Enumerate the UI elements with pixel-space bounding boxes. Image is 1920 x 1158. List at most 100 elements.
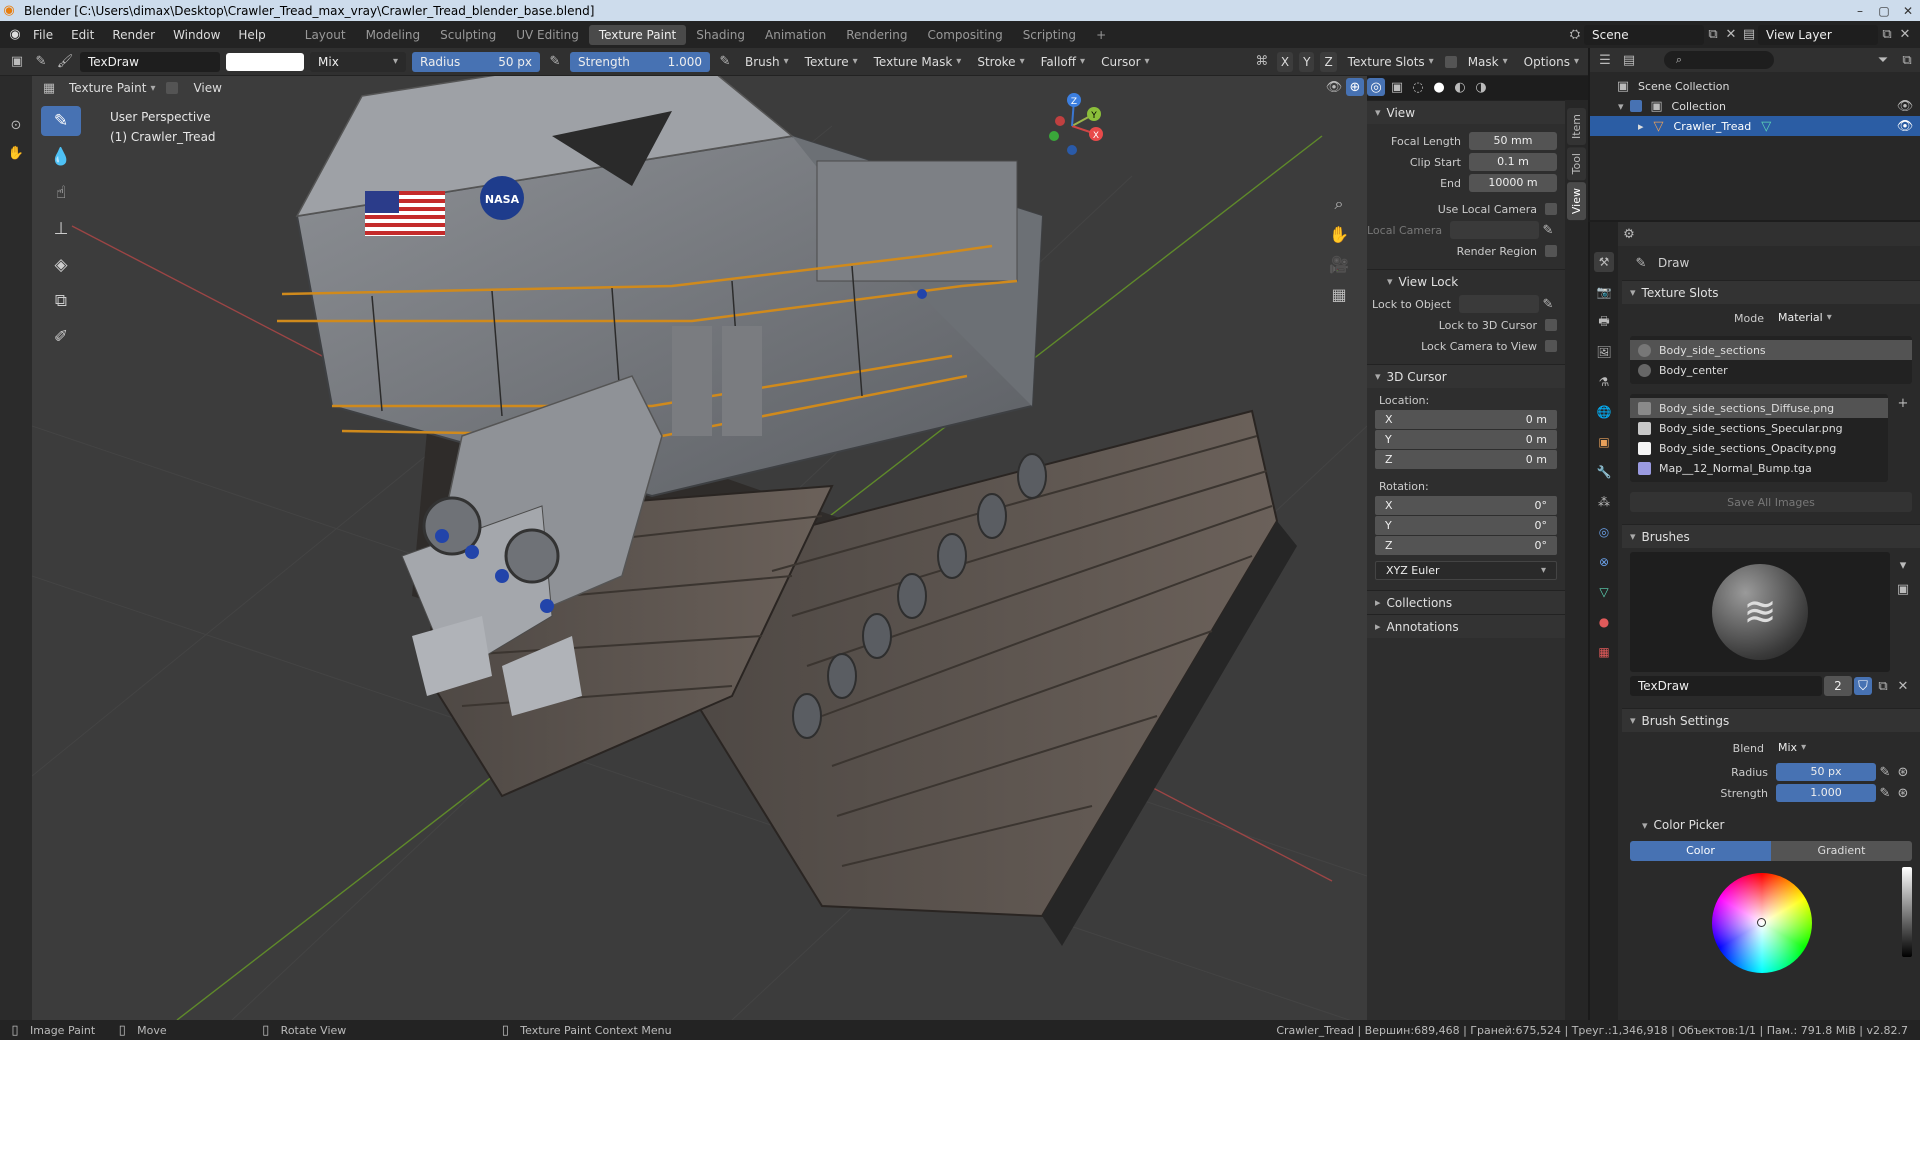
color-picker-subpanel-header[interactable]: Color Picker — [1622, 813, 1920, 837]
focal-length-field[interactable]: 50 mm — [1469, 132, 1557, 150]
scene-collection-label[interactable]: Scene Collection — [1638, 80, 1729, 93]
filter-icon[interactable]: ⏷ — [1874, 51, 1892, 69]
pan-hand-icon[interactable]: ✋ — [7, 144, 25, 162]
tool-properties-tab-icon[interactable]: ⚒ — [1594, 252, 1614, 272]
mode-dropdown[interactable]: Texture Paint — [64, 78, 160, 98]
menu-file[interactable]: File — [24, 28, 62, 42]
strength-slider[interactable]: Strength 1.000 — [570, 51, 710, 72]
annotate-tool-icon[interactable]: ✐ — [41, 322, 81, 352]
properties-editor-type-icon[interactable]: ⚙ — [1620, 225, 1638, 243]
workspace-tab-rendering[interactable]: Rendering — [836, 25, 917, 45]
color-mode-tab[interactable]: Color — [1630, 841, 1771, 861]
visibility-icon[interactable]: 👁 — [1325, 78, 1343, 96]
mirror-x-toggle[interactable]: X — [1276, 51, 1294, 72]
local-camera-field[interactable] — [1450, 221, 1539, 239]
collection-expand-icon[interactable]: ▾ — [1618, 100, 1624, 113]
workspace-tab-animation[interactable]: Animation — [755, 25, 836, 45]
use-local-camera-checkbox[interactable] — [1545, 203, 1557, 215]
texture-slots-panel-header[interactable]: Texture Slots — [1622, 280, 1920, 304]
cursor-location-z[interactable]: Z 0 m — [1375, 450, 1557, 469]
view-navigate-icon[interactable]: ⊙ — [7, 116, 25, 134]
delete-scene-icon[interactable]: ✕ — [1722, 26, 1740, 44]
image-slot-opacity[interactable]: Body_side_sections_Opacity.png — [1630, 438, 1888, 458]
mirror-y-toggle[interactable]: Y — [1299, 51, 1315, 72]
fake-user-shield-icon[interactable]: ⛉ — [1854, 677, 1872, 695]
duplicate-brush-icon[interactable]: ⧉ — [1874, 677, 1892, 695]
menu-help[interactable]: Help — [229, 28, 274, 42]
view-layer-selector[interactable]: View Layer — [1758, 24, 1878, 45]
overlay-toggle-icon[interactable]: ◎ — [1367, 78, 1385, 96]
blend-mode-dropdown[interactable]: Mix — [310, 51, 406, 72]
tool-preset-icon[interactable]: ✎ — [32, 53, 50, 71]
collection-visibility-icon[interactable]: 👁 — [1896, 97, 1914, 115]
scene-properties-tab-icon[interactable]: ⚗ — [1594, 372, 1614, 392]
mirror-z-toggle[interactable]: Z — [1320, 51, 1337, 72]
stroke-dropdown[interactable]: Stroke — [972, 52, 1029, 72]
output-properties-tab-icon[interactable]: 🖶 — [1594, 312, 1614, 332]
world-properties-tab-icon[interactable]: 🌐 — [1594, 402, 1614, 422]
brushes-panel-header[interactable]: Brushes — [1622, 524, 1920, 548]
object-label[interactable]: Crawler_Tread — [1674, 120, 1752, 133]
object-data-tab-icon[interactable]: ▽ — [1594, 582, 1614, 602]
sidebar-tab-item[interactable]: Item — [1567, 108, 1586, 146]
draw-tool-icon[interactable]: ✎ — [41, 106, 81, 136]
radius-unified-icon[interactable]: ⊛ — [1894, 763, 1912, 781]
cursor-rotation-z[interactable]: Z 0° — [1375, 536, 1557, 555]
gradient-mode-tab[interactable]: Gradient — [1771, 841, 1912, 861]
brush-color-swatch[interactable] — [226, 52, 304, 71]
workspace-tab-uv-editing[interactable]: UV Editing — [506, 25, 589, 45]
render-properties-tab-icon[interactable]: 📷 — [1594, 282, 1614, 302]
menu-render[interactable]: Render — [103, 28, 164, 42]
physics-tab-icon[interactable]: ◎ — [1594, 522, 1614, 542]
menu-edit[interactable]: Edit — [62, 28, 103, 42]
color-wheel[interactable] — [1712, 873, 1812, 973]
render-region-checkbox[interactable] — [1545, 245, 1557, 257]
blender-menu-icon[interactable]: ◉ — [6, 26, 24, 44]
ortho-toggle-icon[interactable]: ▦ — [1330, 285, 1348, 304]
gizmo-neg-y-handle[interactable] — [1049, 131, 1059, 141]
view-lock-section-header[interactable]: View Lock — [1367, 269, 1565, 293]
texture-dropdown[interactable]: Texture — [800, 52, 863, 72]
strength-unified-icon[interactable]: ⊛ — [1894, 784, 1912, 802]
annotations-section-header[interactable]: Annotations — [1367, 614, 1565, 638]
image-slot-normal-bump[interactable]: Map__12_Normal_Bump.tga — [1630, 458, 1888, 478]
cursor-location-y[interactable]: Y 0 m — [1375, 430, 1557, 449]
strength-pen-pressure-icon[interactable]: ✎ — [1876, 784, 1894, 802]
cursor-dropdown[interactable]: Cursor — [1096, 52, 1154, 72]
strength-pressure-icon[interactable]: ✎ — [716, 53, 734, 71]
brush-preview[interactable]: ≋ — [1630, 552, 1890, 672]
material-tab-icon[interactable]: ● — [1594, 612, 1614, 632]
object-expand-icon[interactable]: ▸ — [1638, 120, 1644, 133]
brush-options-icon[interactable]: ▣ — [1894, 580, 1912, 598]
collections-section-header[interactable]: Collections — [1367, 590, 1565, 614]
clone-tool-icon[interactable]: ⊥ — [41, 214, 81, 244]
view-section-header[interactable]: View — [1367, 100, 1565, 124]
outliner-search-input[interactable]: ⌕ — [1664, 51, 1774, 69]
maximize-button[interactable]: ▢ — [1872, 4, 1896, 18]
lock-camera-to-view-checkbox[interactable] — [1545, 340, 1557, 352]
3d-viewport[interactable]: NASA X Y Z — [32, 76, 1367, 1020]
color-wheel-cursor[interactable] — [1757, 918, 1766, 927]
save-all-images-button[interactable]: Save All Images — [1630, 492, 1912, 512]
cursor-rotation-x[interactable]: X 0° — [1375, 496, 1557, 515]
image-slot-specular[interactable]: Body_side_sections_Specular.png — [1630, 418, 1888, 438]
texture-tab-icon[interactable]: ▦ — [1594, 642, 1614, 662]
rotation-mode-dropdown[interactable]: XYZ Euler — [1375, 561, 1557, 580]
minimize-button[interactable]: – — [1848, 4, 1872, 18]
scene-selector[interactable]: Scene — [1584, 24, 1704, 45]
radius-pen-pressure-icon[interactable]: ✎ — [1876, 763, 1894, 781]
workspace-tab-texture-paint[interactable]: Texture Paint — [588, 24, 687, 45]
blend-dropdown[interactable]: Mix — [1772, 739, 1912, 757]
clip-start-field[interactable]: 0.1 m — [1469, 153, 1557, 171]
lock-to-object-field[interactable] — [1459, 295, 1539, 313]
view-menu[interactable]: View — [184, 81, 230, 95]
modifier-properties-tab-icon[interactable]: 🔧 — [1594, 462, 1614, 482]
sidebar-tab-view[interactable]: View — [1567, 182, 1586, 221]
unlink-brush-icon[interactable]: ✕ — [1894, 677, 1912, 695]
brush-name-field[interactable]: TexDraw — [80, 51, 220, 72]
menu-window[interactable]: Window — [164, 28, 229, 42]
add-texture-slot-icon[interactable]: + — [1894, 394, 1912, 412]
falloff-dropdown[interactable]: Falloff — [1036, 52, 1090, 72]
constraints-tab-icon[interactable]: ⊗ — [1594, 552, 1614, 572]
workspace-tab-shading[interactable]: Shading — [686, 25, 755, 45]
